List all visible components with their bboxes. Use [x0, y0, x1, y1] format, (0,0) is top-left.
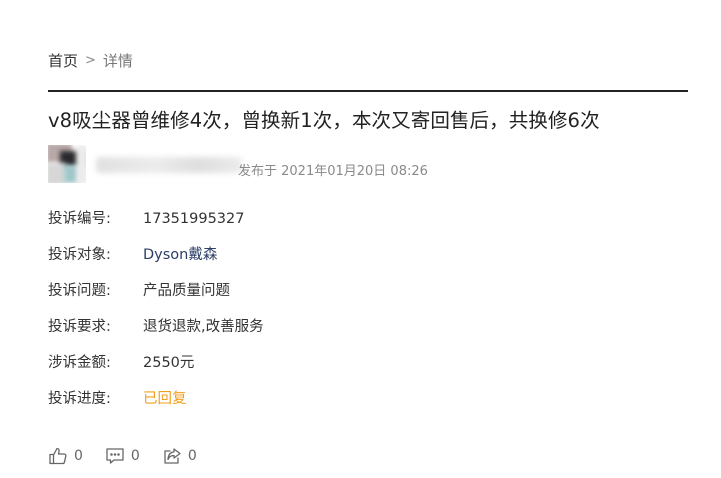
author-meta: 发布于 2021年01月20日 08:26 [48, 145, 448, 185]
breadcrumb-current: 详情 [102, 52, 133, 70]
avatar[interactable] [48, 145, 86, 183]
field-label: 投诉问题: [48, 283, 111, 299]
field-complaint-progress: 投诉进度: 已回复 [48, 387, 187, 408]
username-blurred[interactable] [96, 157, 242, 173]
breadcrumb-separator: > [85, 53, 96, 68]
field-label: 涉诉金额: [48, 355, 111, 371]
thumbs-up-icon [49, 447, 67, 465]
action-bar: 0 0 0 [48, 446, 219, 466]
field-label: 投诉编号: [48, 211, 111, 227]
comment-button[interactable]: 0 [105, 446, 140, 466]
title-divider [48, 90, 688, 92]
complaint-title: v8吸尘器曾维修4次，曾换新1次，本次又寄回售后，共换修6次 [48, 109, 600, 132]
publish-time: 发布于 2021年01月20日 08:26 [238, 164, 428, 179]
field-label: 投诉要求: [48, 319, 111, 335]
like-button[interactable]: 0 [48, 446, 83, 466]
like-count: 0 [74, 448, 83, 464]
breadcrumb-home-link[interactable]: 首页 [48, 50, 78, 71]
field-value: 产品质量问题 [143, 283, 230, 299]
field-complaint-amount: 涉诉金额: 2550元 [48, 351, 194, 372]
field-complaint-target: 投诉对象: Dyson戴森 [48, 243, 217, 264]
field-value: 2550元 [143, 355, 195, 371]
comment-count: 0 [130, 448, 140, 464]
field-label: 投诉进度: [48, 391, 111, 407]
share-icon [164, 448, 181, 464]
field-label: 投诉对象: [48, 247, 111, 263]
status-badge: 已回复 [143, 391, 187, 407]
field-complaint-id: 投诉编号: 17351995327 [48, 207, 244, 228]
comment-icon [106, 448, 124, 464]
breadcrumb: 首页 > 详情 [48, 50, 133, 71]
field-complaint-demand: 投诉要求: 退货退款,改善服务 [48, 315, 264, 336]
field-value: 退货退款,改善服务 [143, 319, 264, 335]
field-value: 17351995327 [143, 211, 245, 227]
share-count: 0 [187, 448, 197, 464]
field-complaint-issue: 投诉问题: 产品质量问题 [48, 279, 230, 300]
complaint-target-link[interactable]: Dyson戴森 [143, 247, 217, 263]
share-button[interactable]: 0 [162, 446, 197, 466]
